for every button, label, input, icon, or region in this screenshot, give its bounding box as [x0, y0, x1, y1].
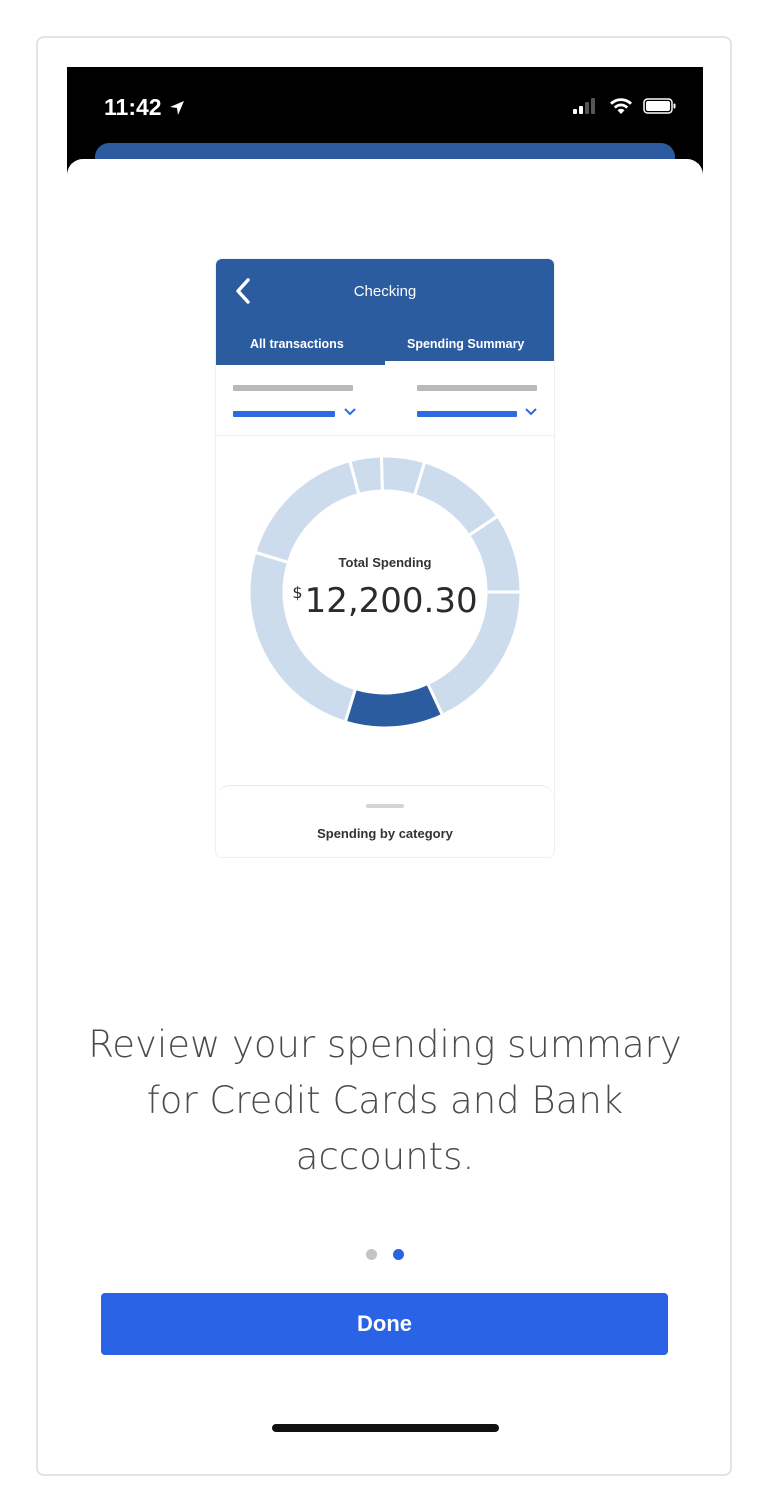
- page-dot-active[interactable]: [393, 1249, 404, 1260]
- onboarding-caption: Review your spending summary for Credit …: [88, 1023, 682, 1178]
- preview-tab-all-transactions: All transactions: [250, 337, 344, 351]
- filter-label-placeholder: [417, 385, 537, 391]
- total-spending-value: 12,200.30: [304, 581, 478, 621]
- preview-tab-spending-summary: Spending Summary: [407, 337, 525, 351]
- spending-summary-preview: Checking All transactions Spending Summa…: [216, 259, 554, 857]
- donut-segment: [253, 458, 361, 565]
- clock-text: 11:42: [104, 94, 162, 120]
- donut-segment: [247, 550, 358, 724]
- donut-segment-highlighted: [343, 681, 445, 730]
- done-button[interactable]: Done: [101, 1293, 668, 1355]
- sheet-handle: [366, 804, 404, 808]
- filter-value-placeholder: [233, 411, 335, 417]
- chevron-down-icon: [525, 408, 537, 416]
- filter-value-placeholder: [417, 411, 517, 417]
- preview-title: Checking: [353, 283, 417, 300]
- total-spending-label: Total Spending: [338, 555, 432, 570]
- wifi-icon: [610, 98, 632, 114]
- page-indicator: [67, 1249, 703, 1260]
- signal-icon: [573, 98, 595, 114]
- spending-by-category-label: Spending by category: [317, 826, 453, 841]
- phone-screen: 11:42 Checking All transactions Spending…: [67, 67, 703, 1467]
- total-spending-amount: $12,200.30: [216, 581, 554, 621]
- battery-icon: [643, 98, 676, 114]
- home-indicator[interactable]: [272, 1424, 499, 1432]
- preview-filters: [216, 365, 554, 436]
- preview-bottom-sheet: Spending by category: [216, 785, 554, 857]
- preview-header: Checking All transactions Spending Summa…: [216, 259, 554, 365]
- filter-label-placeholder: [233, 385, 353, 391]
- status-icons: [573, 97, 677, 115]
- page-dot[interactable]: [366, 1249, 377, 1260]
- chevron-down-icon: [344, 408, 356, 416]
- status-time: 11:42: [104, 94, 186, 121]
- location-arrow-icon: [169, 100, 184, 115]
- currency-symbol: $: [292, 583, 303, 602]
